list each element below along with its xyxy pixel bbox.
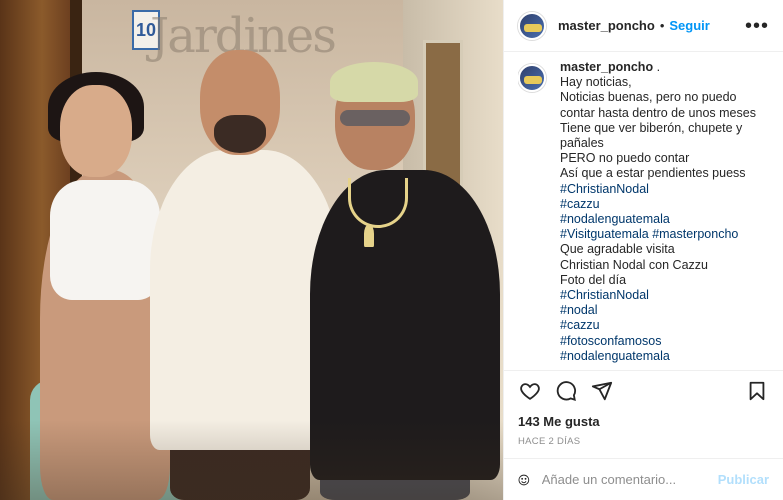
caption-line: Foto del día: [560, 272, 627, 287]
likes-count[interactable]: 143 Me gusta: [518, 414, 600, 429]
separator-dot: •: [659, 18, 665, 33]
caption-line: Que agradable visita: [560, 242, 675, 257]
person-1-head: [60, 85, 132, 177]
caption-line: Christian Nodal con Cazzu: [560, 257, 708, 272]
caption-line: PERO no puedo contar: [560, 151, 690, 166]
post-sidebar: master_poncho • Seguir ••• master_poncho…: [503, 0, 783, 500]
post-header: master_poncho • Seguir •••: [504, 0, 783, 52]
bookmark-icon[interactable]: [745, 379, 769, 403]
caption-line: Noticias buenas, pero no puedo: [560, 90, 737, 105]
caption-username-suffix: .: [653, 60, 661, 74]
share-icon[interactable]: [590, 379, 614, 403]
avatar[interactable]: [518, 11, 546, 40]
caption-username[interactable]: master_poncho: [560, 60, 653, 74]
person-3-cross: [364, 225, 374, 247]
comment-bar: Publicar: [504, 458, 783, 500]
caption-line: Tiene que ver biberón, chupete y: [560, 120, 743, 135]
comment-input[interactable]: [541, 472, 718, 487]
caption-hashtag[interactable]: #ChristianNodal: [560, 182, 756, 197]
caption-line: pañales: [560, 136, 604, 151]
caption-hashtag[interactable]: #nodalenguatemala: [560, 212, 756, 227]
post-photo[interactable]: 10 Jardines: [0, 0, 503, 500]
caption-area: master_poncho . Hay noticias, Noticias bu…: [518, 60, 783, 368]
caption-hashtag[interactable]: #fotosconfamosos: [560, 334, 756, 349]
caption-hashtag[interactable]: #nodal: [560, 303, 756, 318]
follow-button[interactable]: Seguir: [669, 18, 709, 33]
caption-avatar[interactable]: [518, 64, 546, 92]
caption-hashtag[interactable]: #Visitguatemala #masterponcho: [560, 227, 756, 242]
caption-lines: Hay noticias, Noticias buenas, pero no pu…: [560, 75, 756, 364]
caption-hashtag[interactable]: #ChristianNodal: [560, 288, 756, 303]
caption-header-line: master_poncho .: [560, 60, 756, 75]
caption-hashtag[interactable]: #nodalenguatemala: [560, 349, 756, 364]
action-bar: [504, 370, 783, 410]
caption-text: master_poncho . Hay noticias, Noticias bu…: [560, 60, 766, 368]
person-2-beard: [214, 115, 266, 153]
caption-line: Así que a estar pendientes puess: [560, 166, 746, 181]
heart-icon[interactable]: [518, 379, 542, 403]
more-options-icon[interactable]: •••: [745, 16, 769, 36]
caption-hashtag[interactable]: #cazzu: [560, 318, 756, 333]
person-3-hair: [330, 62, 418, 102]
person-1-top: [50, 180, 160, 300]
caption-hashtag[interactable]: #cazzu: [560, 197, 756, 212]
emoji-icon[interactable]: [518, 469, 530, 491]
caption-line: Hay noticias,: [560, 75, 632, 90]
comment-icon[interactable]: [554, 379, 578, 403]
post-timestamp[interactable]: HACE 2 DÍAS: [518, 436, 580, 447]
publish-button[interactable]: Publicar: [718, 472, 769, 487]
floor-shadow: [0, 420, 503, 500]
person-3-sunglasses: [340, 110, 410, 126]
header-username[interactable]: master_poncho: [558, 18, 655, 33]
caption-line: contar hasta dentro de unos meses: [560, 105, 756, 120]
